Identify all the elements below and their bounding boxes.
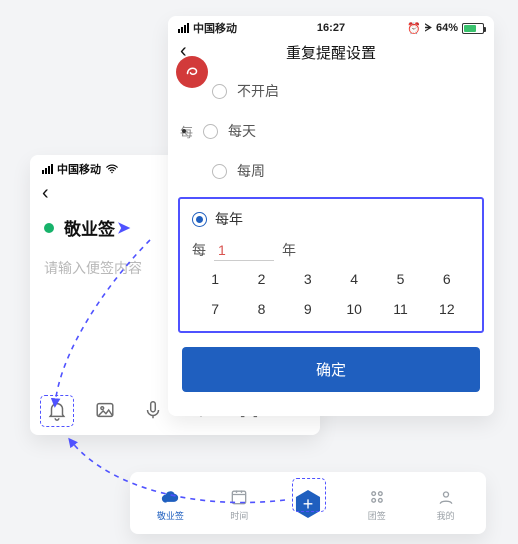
signal-icon (42, 164, 53, 174)
plus-icon: + (294, 490, 322, 518)
right-phone-repeat-settings: 中国移动 16:27 ⏰ ᗒ 64% ‹ 重复提醒设置 不开启 每 每天 每周 (168, 16, 494, 416)
yearly-config-panel: 每年 每 年 1 2 3 4 5 6 7 8 9 10 11 12 (178, 197, 484, 333)
month-cell[interactable]: 9 (285, 299, 331, 319)
status-bar: 中国移动 16:27 ⏰ ᗒ 64% (168, 16, 494, 36)
option-label: 每年 (215, 209, 243, 229)
tab-label: 时间 (230, 509, 248, 522)
arrow-right-icon: ➤ (117, 218, 130, 238)
confirm-label: 确定 (316, 362, 346, 379)
month-cell[interactable]: 5 (377, 269, 423, 289)
confirm-button[interactable]: 确定 (182, 347, 480, 392)
interval-row: 每 年 (192, 239, 470, 261)
prefix-label: 每 (192, 240, 206, 260)
tab-time[interactable]: 时间 (205, 487, 274, 522)
month-cell[interactable]: 11 (377, 299, 423, 319)
radio-icon (212, 164, 227, 179)
calendar-icon (229, 487, 249, 507)
header-title: 重复提醒设置 (286, 45, 376, 62)
user-icon (436, 487, 456, 507)
bullet-icon (182, 129, 186, 133)
interval-input[interactable] (214, 239, 274, 261)
note-input[interactable]: 请输入便签内容 (44, 260, 142, 276)
bottom-tabbar-phone: 敬业签 时间 + 团签 我的 (130, 472, 486, 534)
tab-label: 团签 (368, 509, 386, 522)
option-weekly[interactable]: 每周 (212, 151, 484, 191)
month-cell[interactable]: 3 (285, 269, 331, 289)
cloud-icon (160, 487, 180, 507)
month-grid: 1 2 3 4 5 6 7 8 9 10 11 12 (192, 269, 470, 319)
option-label: 每天 (228, 121, 256, 141)
month-cell[interactable]: 7 (192, 299, 238, 319)
tab-team[interactable]: 团签 (342, 487, 411, 522)
repeat-options: 不开启 每 每天 每周 (168, 71, 494, 191)
wifi-icon (105, 162, 119, 176)
option-daily[interactable]: 每 每天 (212, 111, 484, 151)
tab-add[interactable]: + (274, 490, 343, 518)
tab-notes[interactable]: 敬业签 (136, 487, 205, 522)
month-cell[interactable]: 6 (424, 269, 470, 289)
option-label: 每周 (237, 161, 265, 181)
unit-label: 年 (282, 240, 296, 260)
battery-icon (462, 23, 484, 34)
app-logo-icon (176, 56, 208, 88)
tab-label: 敬业签 (157, 509, 184, 522)
tabbar: 敬业签 时间 + 团签 我的 (130, 472, 486, 534)
radio-icon (203, 124, 218, 139)
month-cell[interactable]: 4 (331, 269, 377, 289)
carrier-label: 中国移动 (57, 161, 101, 177)
image-button[interactable] (94, 399, 116, 421)
radio-checked-icon (192, 212, 207, 227)
option-off[interactable]: 不开启 (212, 71, 484, 111)
clock-label: 16:27 (168, 22, 494, 34)
radio-icon (212, 84, 227, 99)
tab-profile[interactable]: 我的 (411, 487, 480, 522)
tab-label: 我的 (437, 509, 455, 522)
month-cell[interactable]: 2 (238, 269, 284, 289)
option-label: 不开启 (237, 81, 279, 101)
month-cell[interactable]: 10 (331, 299, 377, 319)
month-cell[interactable]: 1 (192, 269, 238, 289)
reminder-bell-button[interactable] (46, 399, 68, 421)
month-cell[interactable]: 12 (424, 299, 470, 319)
option-yearly[interactable]: 每年 (192, 209, 470, 229)
screen-header: ‹ 重复提醒设置 (168, 36, 494, 71)
note-title: 敬业签 (64, 215, 115, 240)
month-cell[interactable]: 8 (238, 299, 284, 319)
status-dot-icon (44, 223, 54, 233)
mic-button[interactable] (142, 399, 164, 421)
team-icon (367, 487, 387, 507)
